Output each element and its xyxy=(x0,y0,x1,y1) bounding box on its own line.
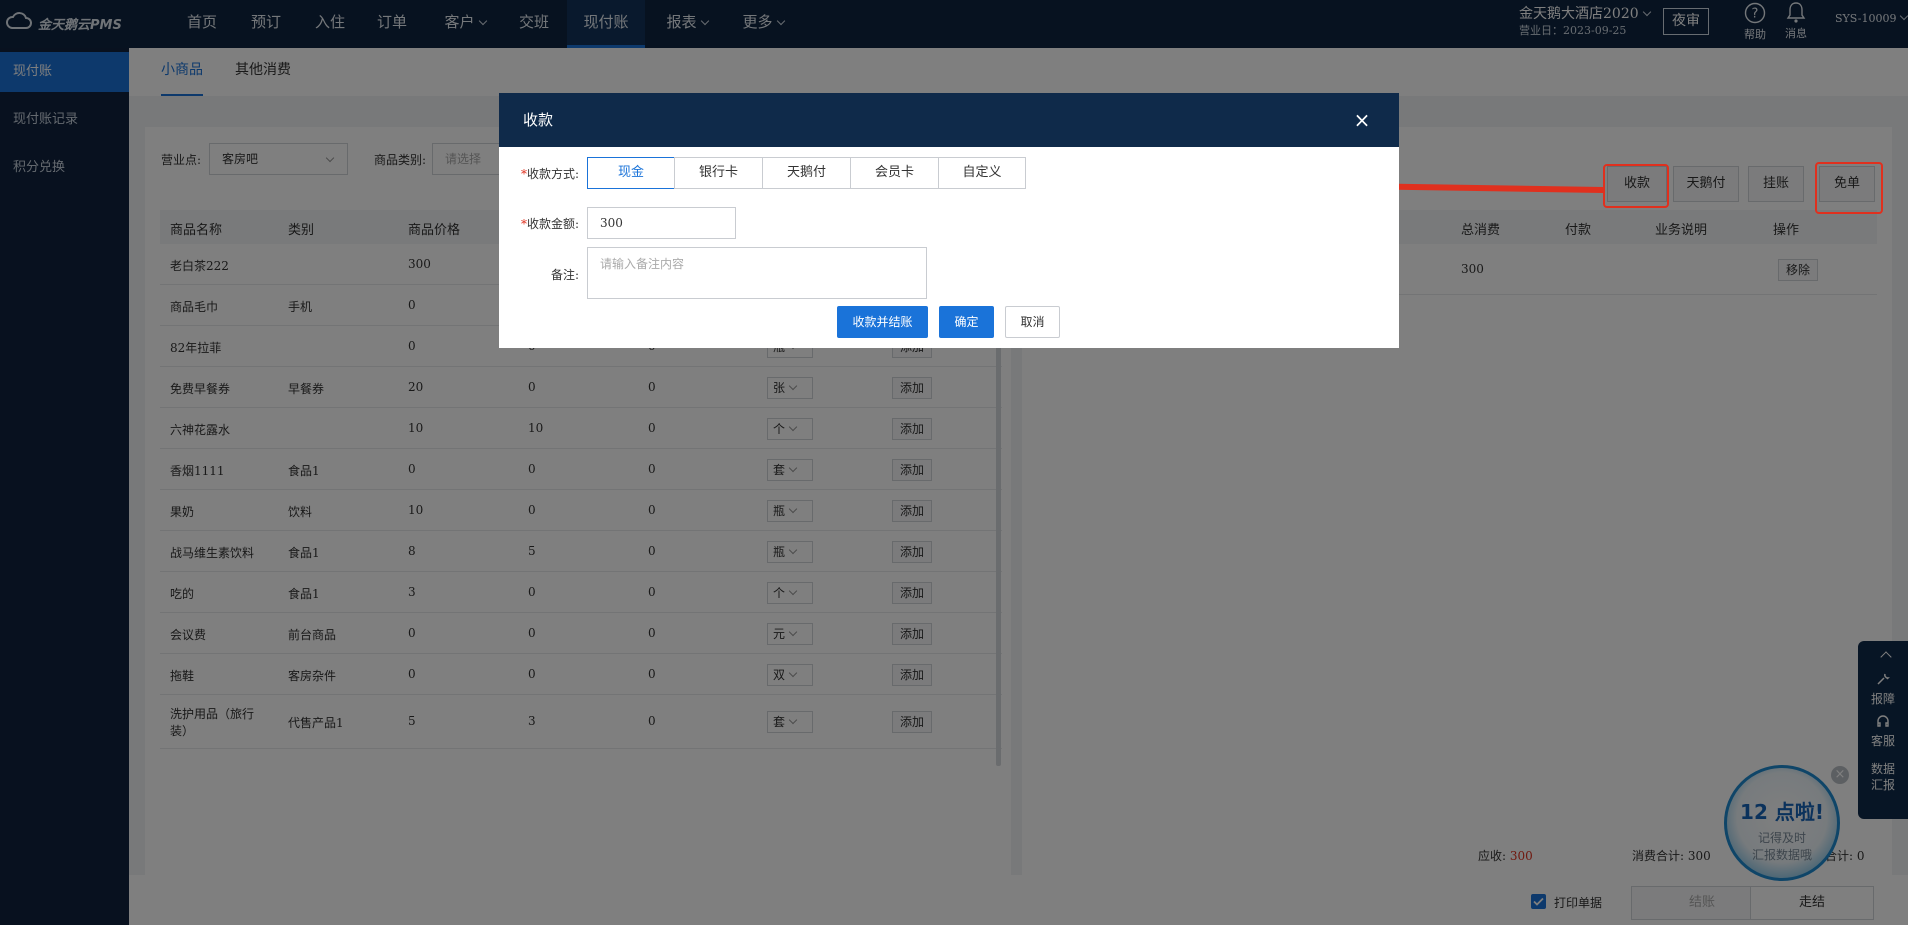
dialog-header: 收款 xyxy=(499,93,1399,147)
cancel-button[interactable]: 取消 xyxy=(1005,306,1060,338)
method-cash[interactable]: 现金 xyxy=(587,157,675,189)
amount-input[interactable]: 300 xyxy=(587,207,736,239)
note-label: 备注: xyxy=(550,268,579,282)
amount-label: *收款金额: xyxy=(520,217,579,231)
highlight-box xyxy=(1603,164,1669,208)
dialog-title: 收款 xyxy=(523,111,554,129)
note-placeholder: 请输入备注内容 xyxy=(600,257,685,271)
method-tianepay[interactable]: 天鹅付 xyxy=(762,157,851,189)
method-label: *收款方式: xyxy=(520,167,579,181)
close-icon[interactable]: × xyxy=(1349,107,1375,133)
confirm-button[interactable]: 确定 xyxy=(939,306,994,338)
note-textarea[interactable]: 请输入备注内容 xyxy=(587,247,927,299)
collect-and-settle-button[interactable]: 收款并结账 xyxy=(837,306,928,338)
method-custom[interactable]: 自定义 xyxy=(938,157,1026,189)
method-member-card[interactable]: 会员卡 xyxy=(850,157,939,189)
collect-payment-dialog: 收款 × *收款方式: 现金 银行卡 天鹅付 会员卡 自定义 *收款金额: 30… xyxy=(499,93,1399,348)
highlight-box xyxy=(1815,162,1883,214)
method-bank-card[interactable]: 银行卡 xyxy=(674,157,763,189)
